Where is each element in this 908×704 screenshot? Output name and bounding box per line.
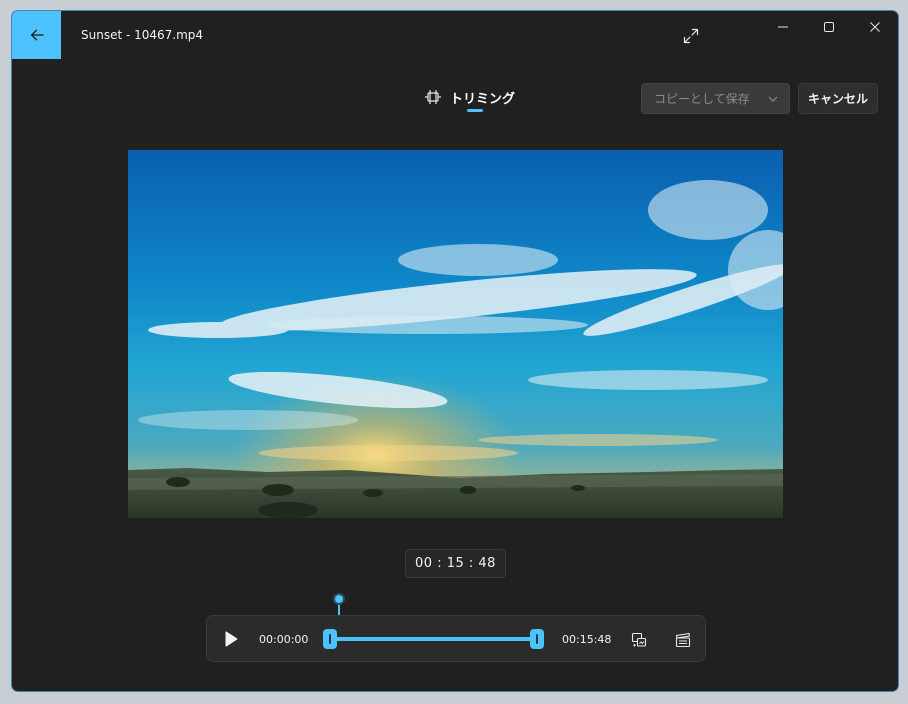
save-as-copy-label: コピーとして保存 bbox=[654, 92, 750, 106]
expand-button[interactable] bbox=[677, 22, 705, 50]
trim-icon bbox=[425, 90, 441, 104]
minimize-button[interactable] bbox=[760, 11, 806, 43]
playhead-handle[interactable] bbox=[333, 593, 345, 605]
trim-start-time: 00:00:00 bbox=[259, 633, 309, 646]
playback-controls: 00:00:00 00:15:48 bbox=[206, 615, 706, 662]
video-frame bbox=[128, 150, 783, 518]
trim-start-handle[interactable] bbox=[323, 629, 337, 649]
arrow-left-icon bbox=[30, 29, 44, 41]
trim-end-time: 00:15:48 bbox=[562, 633, 612, 646]
play-icon bbox=[225, 631, 238, 647]
save-frame-icon bbox=[631, 632, 647, 647]
play-button[interactable] bbox=[219, 627, 243, 651]
tab-active-indicator bbox=[467, 109, 483, 112]
save-frame-button[interactable] bbox=[627, 628, 651, 652]
clapperboard-button[interactable] bbox=[671, 628, 695, 652]
close-icon bbox=[870, 22, 880, 32]
chevron-down-icon bbox=[768, 96, 778, 102]
tab-trim[interactable]: トリミング bbox=[424, 83, 516, 112]
cancel-button-label: キャンセル bbox=[807, 92, 868, 106]
trim-end-handle[interactable] bbox=[530, 629, 544, 649]
clapperboard-icon bbox=[675, 632, 691, 648]
expand-icon bbox=[683, 28, 699, 44]
current-time-text: 00 : 15 : 48 bbox=[415, 556, 496, 571]
cancel-button[interactable]: キャンセル bbox=[798, 83, 878, 114]
app-window: Sunset - 10467.mp4 トリミング コピーとして保存 キャンセル … bbox=[11, 10, 899, 692]
maximize-icon bbox=[824, 22, 834, 32]
close-button[interactable] bbox=[852, 11, 898, 43]
tab-trim-label: トリミング bbox=[450, 91, 516, 107]
current-time-display: 00 : 15 : 48 bbox=[405, 549, 506, 578]
back-button[interactable] bbox=[12, 11, 61, 59]
maximize-button[interactable] bbox=[806, 11, 852, 43]
video-preview[interactable] bbox=[128, 150, 783, 518]
minimize-icon bbox=[778, 26, 788, 28]
save-as-copy-button[interactable]: コピーとして保存 bbox=[641, 83, 790, 114]
trim-range-track[interactable] bbox=[329, 637, 539, 641]
window-title: Sunset - 10467.mp4 bbox=[81, 28, 204, 42]
